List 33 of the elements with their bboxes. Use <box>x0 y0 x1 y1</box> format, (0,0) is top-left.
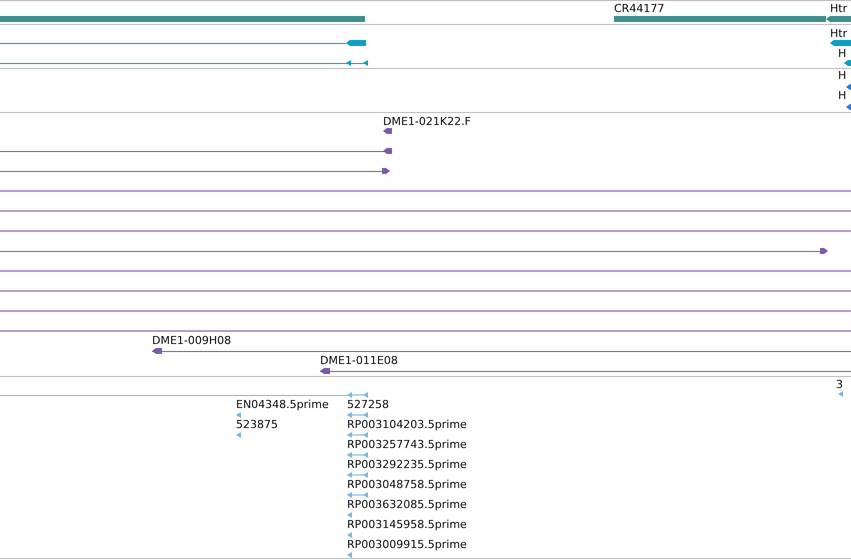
feature-glyph[interactable] <box>0 148 392 154</box>
feature-label: DME1-021K22.F <box>383 115 471 128</box>
feature-label: CR44177 <box>614 2 664 15</box>
feature-glyph[interactable] <box>320 368 851 374</box>
feature-label: RP003632085.5prime <box>347 498 467 511</box>
feature-label: H <box>838 69 846 82</box>
feature-glyph[interactable] <box>0 40 366 46</box>
feature-glyph[interactable] <box>846 104 851 110</box>
feature-glyph[interactable] <box>0 60 368 66</box>
feature-label: RP003257743.5prime <box>347 438 467 451</box>
feature-glyph[interactable] <box>846 84 851 90</box>
feature-glyph[interactable] <box>826 16 851 22</box>
feature-label: H <box>838 89 846 102</box>
feature-label: 527258 <box>347 398 389 411</box>
feature-glyph[interactable] <box>844 60 851 66</box>
feature-label: RP003145958.5prime <box>347 518 467 531</box>
feature-label: 3 <box>836 378 843 391</box>
feature-label: Htr <box>830 2 848 15</box>
feature-glyph[interactable] <box>383 128 392 134</box>
feature-glyph[interactable] <box>0 168 390 174</box>
feature-label: DME1-009H08 <box>152 334 232 347</box>
feature-label: RP003009915.5prime <box>347 538 467 551</box>
feature-glyph[interactable] <box>830 40 851 46</box>
feature-label: DME1-011E08 <box>320 354 398 367</box>
feature-label: H <box>838 47 846 60</box>
feature-label: 523875 <box>236 418 278 431</box>
feature-label: RP003048758.5prime <box>347 478 467 491</box>
feature-glyph[interactable] <box>0 248 828 254</box>
feature-label: Htr <box>830 27 848 40</box>
feature-label: RP003292235.5prime <box>347 458 467 471</box>
feature-label: EN04348.5prime <box>236 398 329 411</box>
feature-label: RP003104203.5prime <box>347 418 467 431</box>
feature-glyph[interactable] <box>152 348 851 354</box>
